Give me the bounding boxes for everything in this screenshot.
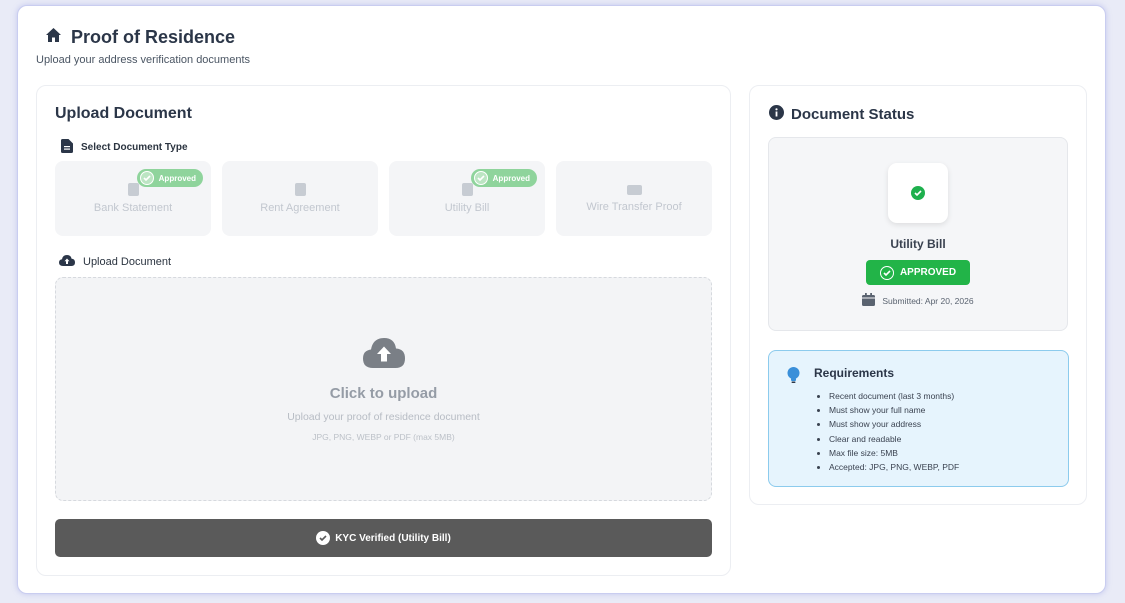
document-status-header: Document Status	[769, 105, 914, 123]
cloud-upload-icon	[362, 338, 405, 373]
page-subtitle: Upload your address verification documen…	[36, 54, 251, 66]
utility-bill-icon	[461, 183, 473, 196]
list-item: Recent document (last 3 months)	[829, 389, 959, 403]
dropzone-description: Upload your proof of residence document	[287, 411, 480, 423]
list-item: Must show your address	[829, 417, 959, 431]
status-badge: APPROVED	[866, 260, 970, 285]
doc-type-utility-bill[interactable]: Approved Utility Bill	[389, 161, 545, 236]
info-icon	[769, 105, 784, 123]
requirements-list: Recent document (last 3 months) Must sho…	[829, 389, 959, 474]
list-item: Accepted: JPG, PNG, WEBP, PDF	[829, 460, 959, 474]
list-item: Max file size: 5MB	[829, 446, 959, 460]
submitted-date: Submitted: Apr 20, 2026	[769, 293, 1067, 308]
cloud-upload-icon	[59, 255, 75, 269]
rent-agreement-icon	[294, 183, 306, 196]
calendar-icon	[862, 293, 876, 308]
list-item: Must show your full name	[829, 403, 959, 417]
page-header: Proof of Residence	[46, 27, 235, 48]
document-thumbnail	[888, 163, 948, 223]
lightbulb-icon	[787, 367, 800, 388]
upload-card-title: Upload Document	[55, 105, 192, 122]
doc-type-wire-transfer-proof[interactable]: Wire Transfer Proof	[556, 161, 712, 236]
check-icon	[139, 171, 154, 185]
check-circle-icon	[911, 186, 925, 200]
home-icon	[46, 28, 61, 47]
doc-type-bank-statement[interactable]: Approved Bank Statement	[55, 161, 211, 236]
kyc-verified-button[interactable]: KYC Verified (Utility Bill)	[55, 519, 712, 557]
doc-type-rent-agreement[interactable]: Rent Agreement	[222, 161, 378, 236]
page-title: Proof of Residence	[71, 27, 236, 47]
upload-document-label: Upload Document	[59, 255, 171, 269]
dropzone-title: Click to upload	[329, 385, 438, 402]
select-document-type-label: Select Document Type	[61, 139, 188, 156]
list-item: Clear and readable	[829, 432, 959, 446]
status-document-name: Utility Bill	[890, 237, 946, 251]
document-icon	[61, 139, 73, 156]
approved-badge: Approved	[136, 169, 203, 187]
approved-badge: Approved	[470, 169, 537, 187]
requirements-box: Requirements Recent document (last 3 mon…	[768, 350, 1069, 487]
check-circle-icon	[316, 531, 331, 545]
status-card-title: Document Status	[791, 105, 915, 123]
dropzone-formats: JPG, PNG, WEBP or PDF (max 5MB)	[312, 432, 455, 442]
status-preview-box: Utility Bill APPROVED Submitted: Apr 20,…	[768, 137, 1068, 331]
bank-statement-icon	[127, 183, 139, 196]
check-icon	[473, 171, 488, 185]
wire-transfer-icon	[626, 184, 642, 195]
upload-dropzone[interactable]: Click to upload Upload your proof of res…	[55, 277, 712, 501]
check-circle-icon	[879, 265, 894, 280]
requirements-title: Requirements	[814, 366, 895, 380]
